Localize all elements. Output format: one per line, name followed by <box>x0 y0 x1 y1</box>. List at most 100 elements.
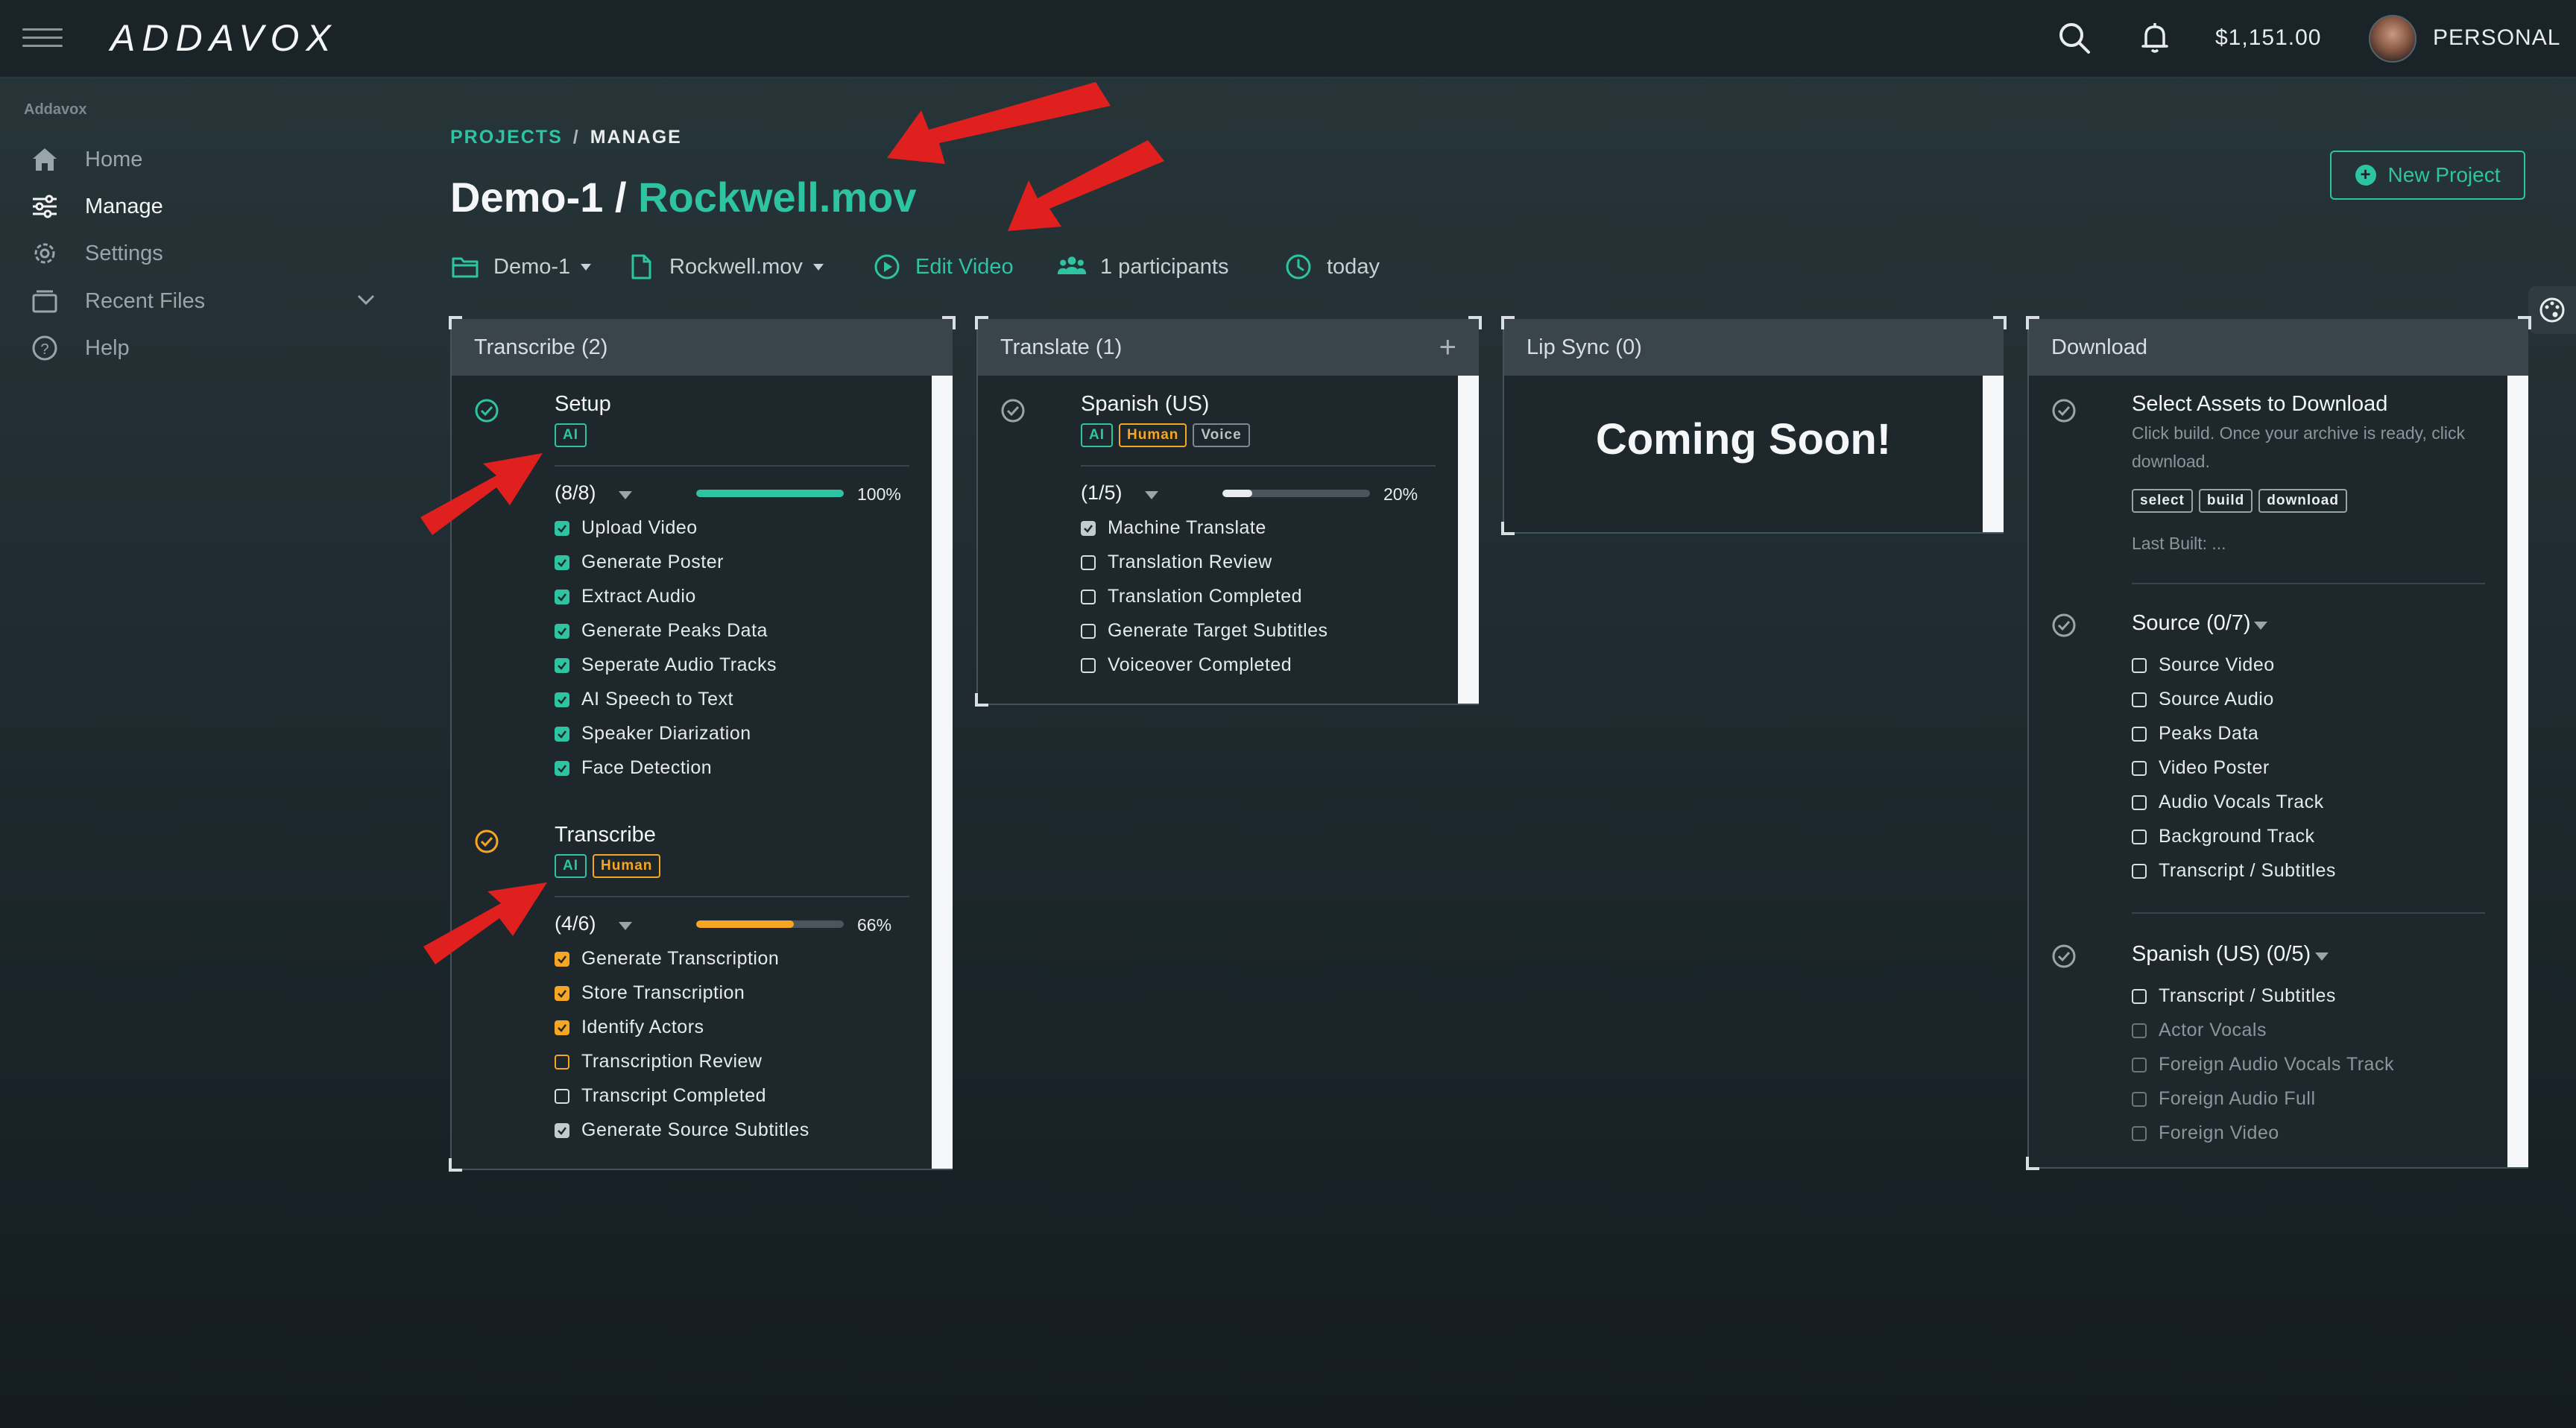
checklist-item[interactable]: Generate Poster <box>555 552 724 573</box>
checklist-item[interactable]: Background Track <box>2132 826 2315 847</box>
participants-link[interactable]: 1 participants <box>1057 250 1229 283</box>
breadcrumb-projects[interactable]: PROJECTS <box>450 127 563 148</box>
chevron-down-icon[interactable] <box>356 292 376 307</box>
folder-icon <box>450 252 480 282</box>
check-circle-icon[interactable] <box>474 829 499 854</box>
build-button[interactable]: build <box>2198 489 2253 513</box>
checkbox[interactable] <box>555 1122 569 1138</box>
checkbox[interactable] <box>1081 657 1096 673</box>
checklist-item[interactable]: Machine Translate <box>1081 517 1266 539</box>
expand-caret-icon[interactable] <box>619 491 632 499</box>
bell-icon[interactable] <box>2136 19 2174 57</box>
checklist-item[interactable]: Source Video <box>2132 654 2275 676</box>
checklist-item[interactable]: Extract Audio <box>555 586 696 607</box>
checkbox[interactable] <box>555 623 569 639</box>
check-circle-icon[interactable] <box>1000 398 1026 423</box>
checkbox[interactable] <box>1081 520 1096 536</box>
app-logo[interactable]: ADDAVOX <box>110 16 338 60</box>
sidebar-item-settings[interactable]: Settings <box>28 235 163 272</box>
checklist-item[interactable]: Translation Completed <box>1081 586 1302 607</box>
checkbox[interactable] <box>1081 589 1096 604</box>
page-title: Demo-1 / Rockwell.mov <box>450 173 917 221</box>
scrollbar[interactable] <box>1983 376 2004 532</box>
checkbox[interactable] <box>555 555 569 570</box>
scrollbar[interactable] <box>1458 376 1479 704</box>
checkbox[interactable] <box>555 760 569 776</box>
checkbox[interactable] <box>555 1054 569 1070</box>
checkbox[interactable] <box>555 951 569 967</box>
expand-caret-icon[interactable] <box>619 922 632 930</box>
checkbox[interactable] <box>555 726 569 742</box>
checkbox[interactable] <box>2132 794 2147 810</box>
download-button[interactable]: download <box>2258 489 2347 513</box>
checklist-item[interactable]: Peaks Data <box>2132 723 2258 745</box>
scrollbar[interactable] <box>2507 376 2528 1167</box>
expand-caret-icon[interactable] <box>1145 491 1158 499</box>
file-dropdown[interactable]: Rockwell.mov <box>626 250 824 283</box>
checkbox[interactable] <box>555 589 569 604</box>
project-dropdown[interactable]: Demo-1 <box>450 250 592 283</box>
check-circle-icon[interactable] <box>474 398 499 423</box>
palette-icon[interactable] <box>2528 286 2576 334</box>
checkbox[interactable] <box>1081 623 1096 639</box>
expand-caret-icon[interactable] <box>2315 952 2329 961</box>
checkbox[interactable] <box>2132 726 2147 742</box>
checkbox <box>2132 1057 2147 1072</box>
checklist-item[interactable]: Generate Source Subtitles <box>555 1119 809 1141</box>
svg-text:?: ? <box>40 341 48 358</box>
checkbox[interactable] <box>2132 692 2147 707</box>
checkbox[interactable] <box>555 1020 569 1035</box>
time-indicator: today <box>1284 250 1380 283</box>
checkbox[interactable] <box>555 520 569 536</box>
sidebar-item-help[interactable]: ? Help <box>28 329 130 367</box>
checkbox[interactable] <box>555 692 569 707</box>
sidebar-item-manage[interactable]: Manage <box>28 188 163 225</box>
checklist-item[interactable]: Translation Review <box>1081 552 1272 573</box>
checkbox[interactable] <box>555 657 569 673</box>
checklist-item[interactable]: Generate Target Subtitles <box>1081 620 1328 642</box>
check-circle-icon[interactable] <box>2051 613 2077 638</box>
checkbox[interactable] <box>2132 863 2147 879</box>
new-project-button[interactable]: + New Project <box>2330 151 2525 200</box>
checkbox[interactable] <box>1081 555 1096 570</box>
checklist-item[interactable]: Generate Transcription <box>555 948 779 970</box>
add-icon[interactable]: + <box>1439 331 1456 364</box>
checklist-item[interactable]: Identify Actors <box>555 1017 704 1038</box>
edit-video-link[interactable]: Edit Video <box>872 250 1014 283</box>
check-circle-icon[interactable] <box>2051 944 2077 969</box>
sidebar-item-home[interactable]: Home <box>28 141 142 178</box>
checklist-item[interactable]: Source Audio <box>2132 689 2274 710</box>
checkbox[interactable] <box>555 985 569 1001</box>
checklist-item[interactable]: Transcript Completed <box>555 1085 766 1107</box>
account-switcher[interactable]: PERSONAL <box>2433 25 2560 51</box>
checkbox[interactable] <box>2132 760 2147 776</box>
sidebar-item-recent-files[interactable]: Recent Files <box>28 282 205 320</box>
file-dropdown-label: Rockwell.mov <box>669 254 803 279</box>
checklist-item[interactable]: Transcript / Subtitles <box>2132 985 2336 1007</box>
checklist-item[interactable]: AI Speech to Text <box>555 689 733 710</box>
checkbox[interactable] <box>555 1088 569 1104</box>
checklist-item[interactable]: Store Transcription <box>555 982 745 1004</box>
checklist-item[interactable]: Generate Peaks Data <box>555 620 768 642</box>
checkbox[interactable] <box>2132 657 2147 673</box>
human-tag: Human <box>593 854 661 878</box>
menu-icon[interactable] <box>22 28 63 48</box>
select-button[interactable]: select <box>2132 489 2193 513</box>
checklist-item[interactable]: Seperate Audio Tracks <box>555 654 777 676</box>
search-icon[interactable] <box>2056 19 2093 57</box>
checkbox[interactable] <box>2132 829 2147 844</box>
checklist-item[interactable]: Transcript / Subtitles <box>2132 860 2336 882</box>
checklist-item[interactable]: Face Detection <box>555 757 712 779</box>
checklist-item[interactable]: Voiceover Completed <box>1081 654 1292 676</box>
checklist-item[interactable]: Video Poster <box>2132 757 2270 779</box>
checklist-item[interactable]: Upload Video <box>555 517 698 539</box>
checklist-item[interactable]: Audio Vocals Track <box>2132 792 2324 813</box>
checklist-item[interactable]: Transcription Review <box>555 1051 762 1072</box>
avatar[interactable] <box>2369 15 2416 63</box>
checkbox[interactable] <box>2132 988 2147 1004</box>
checklist-item[interactable]: Speaker Diarization <box>555 723 751 745</box>
account-balance[interactable]: $1,151.00 <box>2215 25 2321 51</box>
expand-caret-icon[interactable] <box>2254 622 2267 630</box>
check-circle-icon[interactable] <box>2051 398 2077 423</box>
scrollbar[interactable] <box>932 376 953 1169</box>
